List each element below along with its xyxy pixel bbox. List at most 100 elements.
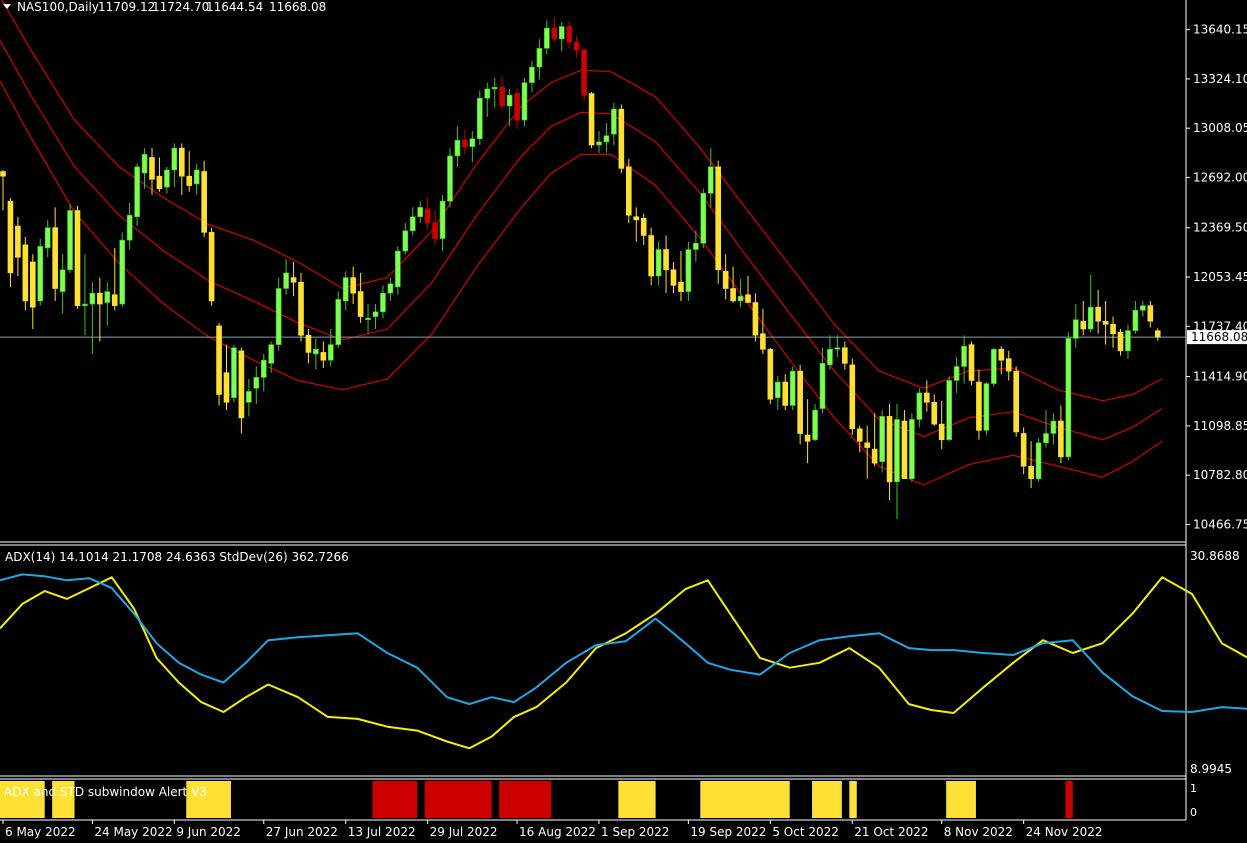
candle [789, 366, 796, 411]
candle-body [1005, 358, 1012, 372]
candle-body [737, 295, 744, 302]
candle-body [22, 244, 29, 302]
candle-body [44, 227, 51, 249]
candle-body [0, 171, 6, 177]
candle-body [745, 294, 751, 303]
candle-body [395, 250, 401, 288]
current-price-tag: 11668.08 [1187, 330, 1247, 345]
candle-body [253, 377, 260, 389]
candle-body [320, 352, 327, 361]
candle [797, 364, 803, 445]
candle-body [909, 419, 915, 480]
candle-body [104, 291, 111, 303]
candle-body [387, 283, 394, 294]
candle-body [335, 299, 342, 345]
candle-body [432, 222, 438, 239]
candle-body [573, 41, 580, 51]
price-tick-label: 12053.45 [1193, 270, 1247, 284]
candle [335, 291, 342, 348]
candle-body [417, 207, 424, 218]
candle-body [134, 166, 140, 218]
candle [909, 413, 915, 482]
candle-body [544, 27, 550, 49]
candle-body [82, 303, 88, 306]
candle-body [74, 210, 81, 306]
candle-body [596, 141, 602, 146]
candle-body [752, 302, 759, 336]
candle-body [871, 448, 878, 464]
candle-body [938, 423, 945, 441]
candle-body [1095, 306, 1101, 322]
candle [983, 382, 990, 436]
candle-body [618, 108, 625, 169]
candle-body [804, 434, 811, 442]
candle-body [231, 347, 237, 398]
price-tick-label: 13324.10 [1193, 72, 1247, 86]
adx-tick-label: 8.9945 [1190, 762, 1232, 776]
time-tick-label: 13 Jul 2022 [348, 825, 416, 839]
price-tick-label: 13640.15 [1193, 23, 1247, 37]
candle-body [931, 402, 938, 425]
ohlc-high: 11724.70 [152, 0, 209, 14]
candle-body [611, 108, 617, 135]
time-tick-label: 24 Nov 2022 [1026, 825, 1103, 839]
candle-body [1058, 420, 1064, 458]
alert-tick-label: 1 [1190, 782, 1197, 795]
candle-body [856, 428, 863, 442]
adx-tick-label: 30.8688 [1190, 549, 1240, 563]
candle-body [983, 383, 990, 431]
candle-body [491, 87, 498, 90]
candle-body [208, 232, 215, 302]
price-tick-label: 12369.50 [1193, 221, 1247, 235]
candle-body [633, 216, 640, 221]
candle-body [447, 155, 453, 202]
time-tick-label: 19 Sep 2022 [690, 825, 766, 839]
candle-body [1140, 305, 1146, 311]
candle [849, 358, 856, 436]
price-tick-label: 10466.75 [1193, 517, 1247, 531]
candle-body [290, 277, 297, 283]
candle-body [506, 94, 513, 107]
candle-body [260, 359, 267, 378]
candle [74, 205, 81, 309]
candle [22, 237, 29, 311]
candle [618, 104, 625, 174]
candle-body [380, 292, 386, 313]
candle-body [879, 416, 885, 462]
candle [1013, 366, 1020, 437]
candle-body [372, 311, 379, 317]
alert-indicator-title: ADX and STD subwindow Alert V3 [4, 785, 207, 799]
candle-body [89, 292, 96, 305]
candle-body [186, 175, 193, 186]
candle-body [663, 249, 669, 271]
time-tick-label: 6 May 2022 [5, 825, 76, 839]
adx-indicator-title: ADX(14) 14.1014 21.1708 24.6363 StdDev(2… [5, 550, 349, 564]
candle-body [469, 138, 476, 147]
candle-body [283, 272, 289, 289]
candle [67, 204, 73, 273]
alert-bar [618, 781, 656, 818]
candle-body [119, 239, 125, 305]
candle-body [923, 392, 930, 403]
candle-body [15, 225, 21, 258]
candle-body [305, 334, 312, 353]
candle-body [246, 391, 252, 403]
candle-body [827, 348, 833, 366]
candle [216, 322, 222, 406]
candle-body [864, 442, 871, 448]
candle-body [886, 416, 893, 483]
candle-body [760, 333, 766, 350]
candle [1065, 332, 1072, 461]
candle-body [1020, 433, 1027, 467]
candle-body [678, 281, 684, 292]
alert-tick-label: 0 [1190, 806, 1197, 819]
price-tick-label: 11098.85 [1193, 419, 1247, 433]
candle-body [789, 370, 796, 406]
candle-body [149, 157, 155, 180]
candle-body [722, 271, 729, 289]
candle-body [648, 235, 654, 277]
candle-body [700, 193, 707, 244]
candle-body [439, 200, 446, 239]
candle-body [953, 366, 960, 381]
candle-body [298, 281, 304, 336]
